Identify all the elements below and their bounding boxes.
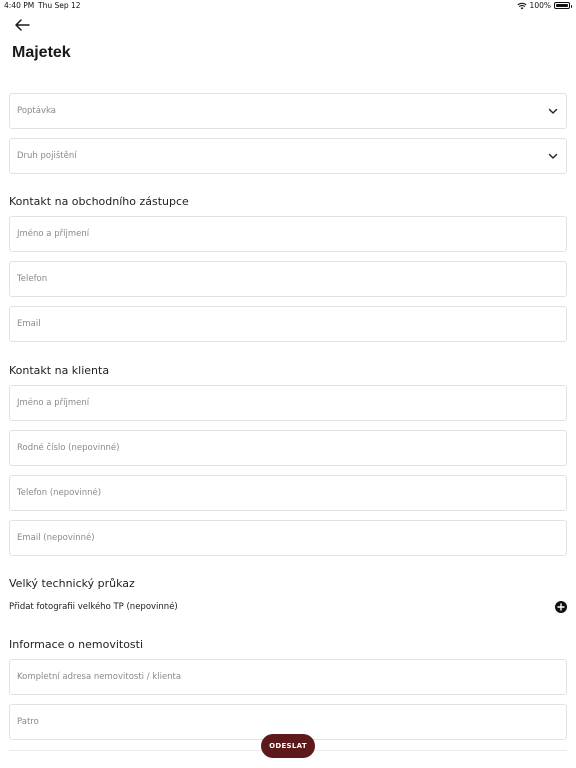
technical-certificate-heading: Velký technický průkaz bbox=[9, 577, 135, 590]
client-email-field[interactable]: Email (nepovinné) bbox=[9, 520, 567, 556]
plus-circle-icon[interactable] bbox=[555, 601, 567, 613]
battery-percent: 100% bbox=[529, 1, 551, 10]
client-email-placeholder: Email (nepovinné) bbox=[17, 533, 95, 543]
client-contact-heading: Kontakt na klienta bbox=[9, 364, 110, 377]
property-address-placeholder: Kompletní adresa nemovitosti / klienta bbox=[17, 672, 182, 682]
agent-name-placeholder: Jméno a příjmení bbox=[17, 229, 90, 239]
agent-email-placeholder: Email bbox=[17, 319, 41, 329]
insurance-type-select[interactable]: Druh pojištění bbox=[9, 138, 567, 174]
wifi-icon bbox=[516, 2, 527, 9]
add-photo-row[interactable]: Přidat fotografii velkého TP (nepovinné) bbox=[9, 600, 567, 614]
agent-phone-field[interactable]: Telefon bbox=[9, 261, 567, 297]
status-time: 4:40 PM bbox=[4, 1, 35, 10]
agent-email-field[interactable]: Email bbox=[9, 306, 567, 342]
client-phone-placeholder: Telefon (nepovinné) bbox=[17, 488, 102, 498]
chevron-down-icon bbox=[548, 108, 558, 114]
insurance-type-placeholder: Druh pojištění bbox=[17, 151, 77, 161]
back-arrow-icon[interactable] bbox=[13, 17, 31, 33]
client-phone-field[interactable]: Telefon (nepovinné) bbox=[9, 475, 567, 511]
agent-name-field[interactable]: Jméno a příjmení bbox=[9, 216, 567, 252]
status-date: Thu Sep 12 bbox=[38, 1, 81, 10]
request-type-placeholder: Poptávka bbox=[17, 106, 56, 116]
battery-icon bbox=[554, 2, 572, 9]
add-photo-label: Přidat fotografii velkého TP (nepovinné) bbox=[9, 602, 178, 612]
client-name-field[interactable]: Jméno a příjmení bbox=[9, 385, 567, 421]
property-address-field[interactable]: Kompletní adresa nemovitosti / klienta bbox=[9, 659, 567, 695]
client-birth-number-field[interactable]: Rodné číslo (nepovinné) bbox=[9, 430, 567, 466]
agent-contact-heading: Kontakt na obchodního zástupce bbox=[9, 195, 189, 208]
submit-button[interactable]: ODESLAT bbox=[261, 734, 315, 758]
floor-placeholder: Patro bbox=[17, 717, 39, 727]
request-type-select[interactable]: Poptávka bbox=[9, 93, 567, 129]
agent-phone-placeholder: Telefon bbox=[17, 274, 48, 284]
page-title: Majetek bbox=[12, 44, 71, 61]
client-name-placeholder: Jméno a příjmení bbox=[17, 398, 90, 408]
status-right: 100% bbox=[516, 1, 572, 10]
property-info-heading: Informace o nemovitosti bbox=[9, 638, 144, 651]
status-bar: 4:40 PM Thu Sep 12 100% bbox=[0, 0, 576, 12]
chevron-down-icon bbox=[548, 153, 558, 159]
client-birth-number-placeholder: Rodné číslo (nepovinné) bbox=[17, 443, 120, 453]
